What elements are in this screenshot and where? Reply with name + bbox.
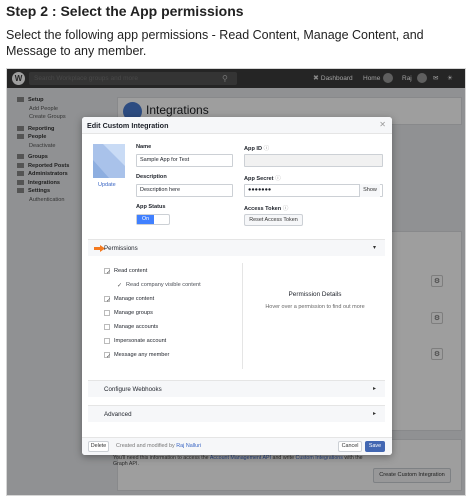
checkbox[interactable]: ✓ <box>104 268 112 276</box>
permission-manage-content[interactable]: ✓ Manage content <box>104 293 154 307</box>
permissions-list: ✓ Read content ✓ Read company visible cont… <box>104 265 201 363</box>
checkbox[interactable]: ✓ <box>104 296 112 304</box>
check-icon: ✓ <box>106 270 112 276</box>
chevron-down-icon: ▾ <box>372 245 376 251</box>
chevron-right-icon: ▸ <box>372 386 376 392</box>
chevron-right-icon: ▸ <box>372 411 376 417</box>
app-secret-label: App Secret ⓘ <box>244 174 281 182</box>
dialog-footer: Delete Created and modified by Raj Nallu… <box>82 437 392 455</box>
permission-manage-groups[interactable]: Manage groups <box>104 307 153 321</box>
permission-label: Message any member <box>114 352 170 358</box>
permission-label: Manage content <box>114 296 155 302</box>
app-status-toggle[interactable]: On <box>136 214 170 225</box>
update-image-link[interactable]: Update <box>98 182 116 188</box>
reset-access-token-button[interactable]: Reset Access Token <box>244 214 303 226</box>
permission-label: Manage accounts <box>114 324 159 330</box>
description-field[interactable]: Description here <box>136 184 233 197</box>
step-title: Step 2 : Select the App permissions <box>6 3 244 19</box>
permission-details-hint: Hover over a permission to find out more <box>265 304 365 310</box>
checkbox[interactable] <box>104 310 110 316</box>
toggle-on-label: On <box>137 215 154 224</box>
divider <box>242 263 243 369</box>
permission-impersonate-account[interactable]: Impersonate account <box>104 335 166 349</box>
name-field[interactable]: Sample App for Test <box>136 154 233 167</box>
checkbox[interactable] <box>104 324 110 330</box>
info-icon[interactable]: ⓘ <box>264 146 270 152</box>
show-secret-button[interactable]: Show <box>359 184 380 197</box>
permission-manage-accounts[interactable]: Manage accounts <box>104 321 158 335</box>
dialog-title: Edit Custom Integration <box>87 121 169 130</box>
close-icon[interactable]: ✕ <box>379 120 386 129</box>
name-label: Name <box>136 144 152 150</box>
app-id-label: App ID ⓘ <box>244 144 269 152</box>
created-by-prefix: Created and modified by <box>116 443 177 449</box>
cancel-button[interactable]: Cancel <box>338 441 362 452</box>
image-placeholder-icon <box>93 144 125 178</box>
app-status-label: App Status <box>136 204 166 210</box>
check-icon: ✓ <box>106 354 112 360</box>
permissions-section-header[interactable]: Permissions ▾ <box>88 239 385 256</box>
description-label: Description <box>136 174 167 180</box>
info-icon[interactable]: ⓘ <box>275 176 281 182</box>
app-id-field[interactable] <box>244 154 383 167</box>
permission-read-content[interactable]: ✓ Read content <box>104 265 147 279</box>
advanced-title: Advanced <box>104 411 132 418</box>
permission-label: Read content <box>114 268 148 274</box>
advanced-section[interactable]: Advanced ▸ <box>88 405 385 422</box>
creator-link[interactable]: Raj Nalluri <box>176 443 201 449</box>
configure-webhooks-section[interactable]: Configure Webhooks ▸ <box>88 380 385 397</box>
access-token-label-text: Access Token <box>244 206 282 212</box>
delete-button[interactable]: Delete <box>88 441 109 452</box>
permissions-title: Permissions <box>104 245 138 252</box>
screenshot-frame: W ⚲ ✖Dashboard Home Raj ✉ ☀ Setup Add Pe… <box>6 68 466 496</box>
app-id-label-text: App ID <box>244 146 263 152</box>
step-description: Select the following app permissions - R… <box>6 28 424 58</box>
checkbox[interactable]: ✓ <box>116 282 123 289</box>
app-image[interactable] <box>93 144 125 178</box>
save-button[interactable]: Save <box>365 441 385 452</box>
permission-label: Impersonate account <box>114 338 167 344</box>
permission-label: Manage groups <box>114 310 153 316</box>
checkbox[interactable]: ✓ <box>104 352 112 360</box>
permission-label: Read company visible content <box>126 282 201 288</box>
info-icon[interactable]: ⓘ <box>283 206 289 212</box>
permission-details-title: Permission Details <box>288 291 342 298</box>
app-secret-label-text: App Secret <box>244 176 274 182</box>
check-icon: ✓ <box>117 283 123 289</box>
edit-integration-dialog: Edit Custom Integration ✕ Update Name Sa… <box>82 117 392 455</box>
created-by-text: Created and modified by Raj Nalluri <box>116 443 201 449</box>
dialog-header: Edit Custom Integration ✕ <box>82 117 392 134</box>
permission-message-any-member[interactable]: ✓ Message any member <box>104 349 169 363</box>
configure-webhooks-title: Configure Webhooks <box>104 386 162 393</box>
checkbox[interactable] <box>104 338 110 344</box>
check-icon: ✓ <box>106 298 112 304</box>
access-token-label: Access Token ⓘ <box>244 204 288 212</box>
